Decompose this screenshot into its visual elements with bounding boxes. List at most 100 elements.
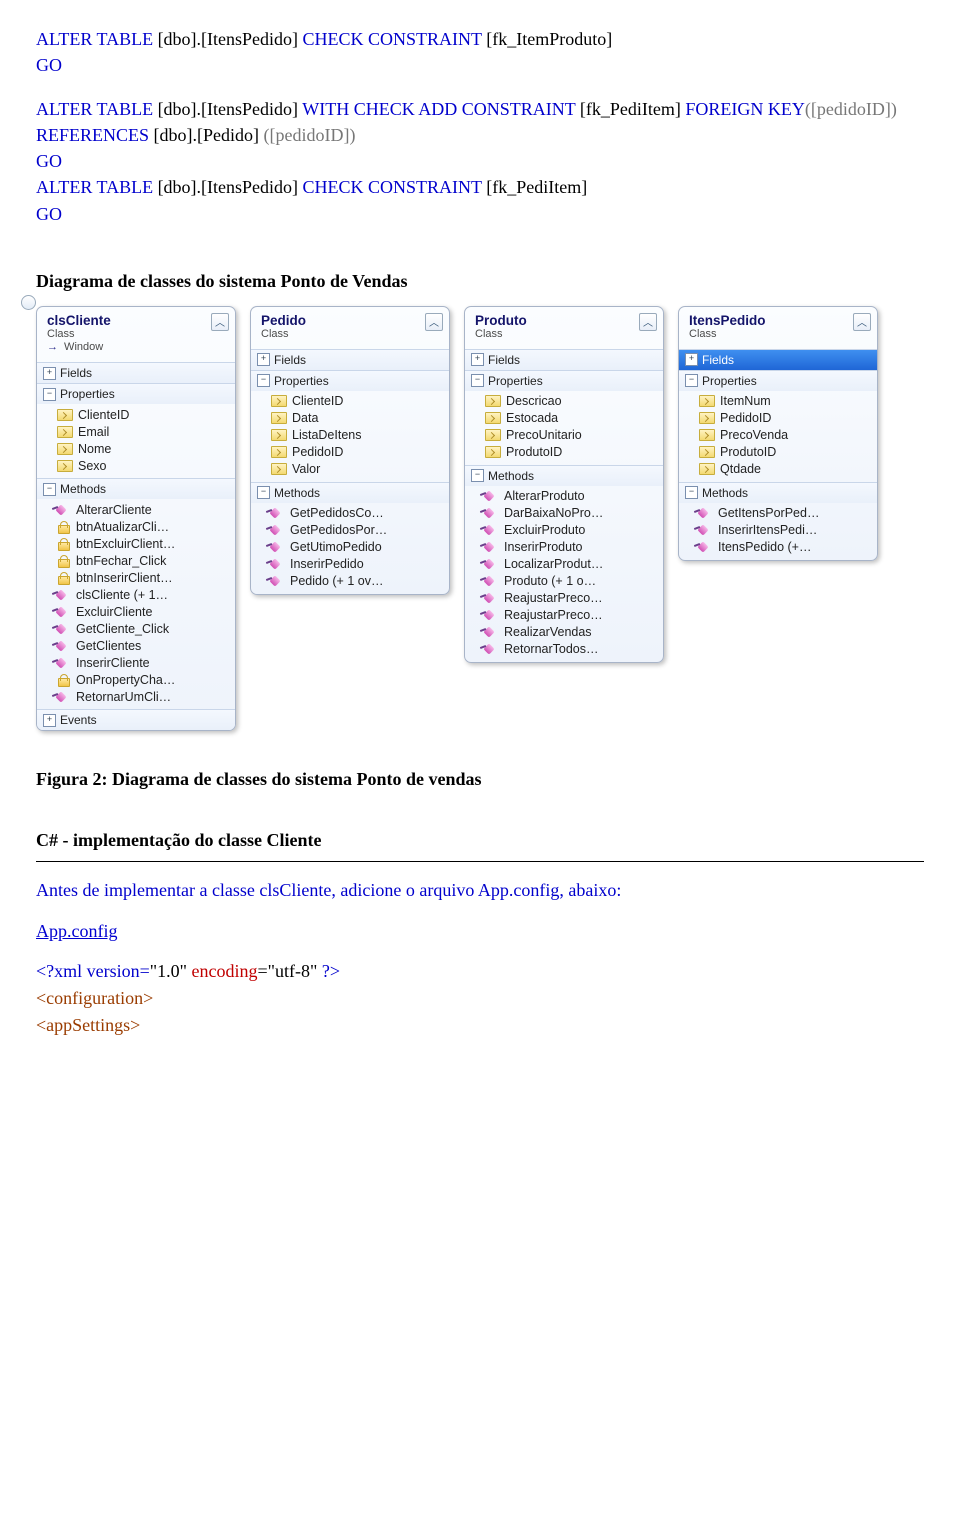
member-item[interactable]: RetornarUmCli… <box>37 688 235 705</box>
section-header-fields[interactable]: +Fields <box>251 349 449 370</box>
member-item[interactable]: Pedido (+ 1 ov… <box>251 573 449 590</box>
member-item[interactable]: ClienteID <box>37 406 235 423</box>
property-icon <box>57 460 73 472</box>
section-header-methods[interactable]: −Methods <box>465 465 663 486</box>
section-header-methods[interactable]: −Methods <box>251 482 449 503</box>
member-item[interactable]: GetItensPorPed… <box>679 505 877 522</box>
section-label: Fields <box>60 366 92 380</box>
member-item[interactable]: RetornarTodos… <box>465 641 663 658</box>
class-box-produto[interactable]: ProdutoClass︿+Fields−PropertiesDescricao… <box>464 306 664 663</box>
member-item[interactable]: Nome <box>37 440 235 457</box>
member-item[interactable]: clsCliente (+ 1… <box>37 586 235 603</box>
member-item[interactable]: InserirPedido <box>251 556 449 573</box>
section-header-properties[interactable]: −Properties <box>37 383 235 404</box>
member-item[interactable]: ExcluirProduto <box>465 522 663 539</box>
section-header-methods[interactable]: −Methods <box>679 482 877 503</box>
member-item[interactable]: PrecoUnitario <box>465 427 663 444</box>
member-item[interactable]: GetPedidosCo… <box>251 505 449 522</box>
link-appconfig[interactable]: App.config <box>36 921 117 941</box>
class-header[interactable]: PedidoClass︿ <box>251 307 449 349</box>
member-item[interactable]: ReajustarPreco… <box>465 607 663 624</box>
collapse-icon[interactable]: − <box>471 469 484 482</box>
member-item[interactable]: ItensPedido (+… <box>679 539 877 556</box>
section-header-properties[interactable]: −Properties <box>465 370 663 391</box>
member-item[interactable]: btnFechar_Click <box>37 552 235 569</box>
member-item[interactable]: Produto (+ 1 o… <box>465 573 663 590</box>
section-header-properties[interactable]: −Properties <box>251 370 449 391</box>
property-icon <box>485 429 501 441</box>
collapse-icon[interactable]: − <box>43 483 56 496</box>
member-item[interactable]: ItemNum <box>679 393 877 410</box>
expand-icon[interactable]: + <box>43 367 56 380</box>
member-item[interactable]: Sexo <box>37 457 235 474</box>
property-icon <box>271 463 287 475</box>
section-header-events[interactable]: +Events <box>37 709 235 730</box>
member-item[interactable]: ReajustarPreco… <box>465 590 663 607</box>
member-item[interactable]: InserirItensPedi… <box>679 522 877 539</box>
member-item[interactable]: ListaDeItens <box>251 427 449 444</box>
member-item[interactable]: DarBaixaNoPro… <box>465 505 663 522</box>
expand-icon[interactable]: + <box>257 353 270 366</box>
collapse-chevron-icon[interactable]: ︿ <box>211 313 229 331</box>
collapse-icon[interactable]: − <box>257 374 270 387</box>
kw-alter: ALTER TABLE <box>36 99 153 119</box>
expand-icon[interactable]: + <box>471 353 484 366</box>
heading-diagram: Diagrama de classes do sistema Ponto de … <box>36 271 924 292</box>
member-item[interactable]: InserirProduto <box>465 539 663 556</box>
member-item[interactable]: ProdutoID <box>679 444 877 461</box>
section-header-methods[interactable]: −Methods <box>37 478 235 499</box>
member-item[interactable]: ClienteID <box>251 393 449 410</box>
collapse-chevron-icon[interactable]: ︿ <box>425 313 443 331</box>
section-label: Properties <box>60 387 115 401</box>
member-item[interactable]: ExcluirCliente <box>37 603 235 620</box>
member-item[interactable]: Estocada <box>465 410 663 427</box>
expand-icon[interactable]: + <box>43 714 56 727</box>
member-item[interactable]: PrecoVenda <box>679 427 877 444</box>
member-item[interactable]: AlterarCliente <box>37 501 235 518</box>
class-box-pedido[interactable]: PedidoClass︿+Fields−Properties ClienteIDD… <box>250 306 450 595</box>
collapse-chevron-icon[interactable]: ︿ <box>853 313 871 331</box>
xml-eq: = <box>140 961 150 981</box>
member-item[interactable]: LocalizarProdut… <box>465 556 663 573</box>
member-item[interactable]: GetCliente_Click <box>37 620 235 637</box>
member-item[interactable]: RealizarVendas <box>465 624 663 641</box>
class-header[interactable]: ItensPedidoClass︿ <box>679 307 877 349</box>
member-item[interactable]: Valor <box>251 461 449 478</box>
collapse-icon[interactable]: − <box>471 374 484 387</box>
member-item[interactable]: btnAtualizarCli… <box>37 518 235 535</box>
member-item[interactable]: InserirCliente <box>37 654 235 671</box>
section-header-fields[interactable]: +Fields <box>679 349 877 370</box>
member-item[interactable]: Data <box>251 410 449 427</box>
connector-handle[interactable] <box>21 295 36 310</box>
section-header-fields[interactable]: +Fields <box>465 349 663 370</box>
member-item[interactable]: ProdutoID <box>465 444 663 461</box>
collapse-icon[interactable]: − <box>257 486 270 499</box>
member-item[interactable]: PedidoID <box>679 410 877 427</box>
member-item[interactable]: Descricao <box>465 393 663 410</box>
member-label: DarBaixaNoPro… <box>504 506 603 520</box>
member-item[interactable]: OnPropertyCha… <box>37 671 235 688</box>
class-header[interactable]: ProdutoClass︿ <box>465 307 663 349</box>
collapse-chevron-icon[interactable]: ︿ <box>639 313 657 331</box>
member-item[interactable]: Qtdade <box>679 461 877 478</box>
section-label: Properties <box>488 374 543 388</box>
member-item[interactable]: Email <box>37 423 235 440</box>
member-item[interactable]: PedidoID <box>251 444 449 461</box>
class-box-itenspedido[interactable]: ItensPedidoClass︿+Fields−Properties ItemN… <box>678 306 878 561</box>
class-header[interactable]: clsClienteClass→ Window︿ <box>37 307 235 362</box>
expand-icon[interactable]: + <box>685 353 698 366</box>
member-label: btnFechar_Click <box>76 554 166 568</box>
class-box-clscliente[interactable]: clsClienteClass→ Window︿+Fields−Properti… <box>36 306 236 731</box>
section-header-fields[interactable]: + Fields <box>37 362 235 383</box>
collapse-icon[interactable]: − <box>43 388 56 401</box>
member-item[interactable]: GetClientes <box>37 637 235 654</box>
member-item[interactable]: btnExcluirClient… <box>37 535 235 552</box>
member-item[interactable]: AlterarProduto <box>465 488 663 505</box>
xml-pi: ?> <box>322 961 340 981</box>
collapse-icon[interactable]: − <box>685 486 698 499</box>
member-item[interactable]: GetUtimoPedido <box>251 539 449 556</box>
member-item[interactable]: btnInserirClient… <box>37 569 235 586</box>
section-header-properties[interactable]: −Properties <box>679 370 877 391</box>
member-item[interactable]: GetPedidosPor… <box>251 522 449 539</box>
collapse-icon[interactable]: − <box>685 374 698 387</box>
